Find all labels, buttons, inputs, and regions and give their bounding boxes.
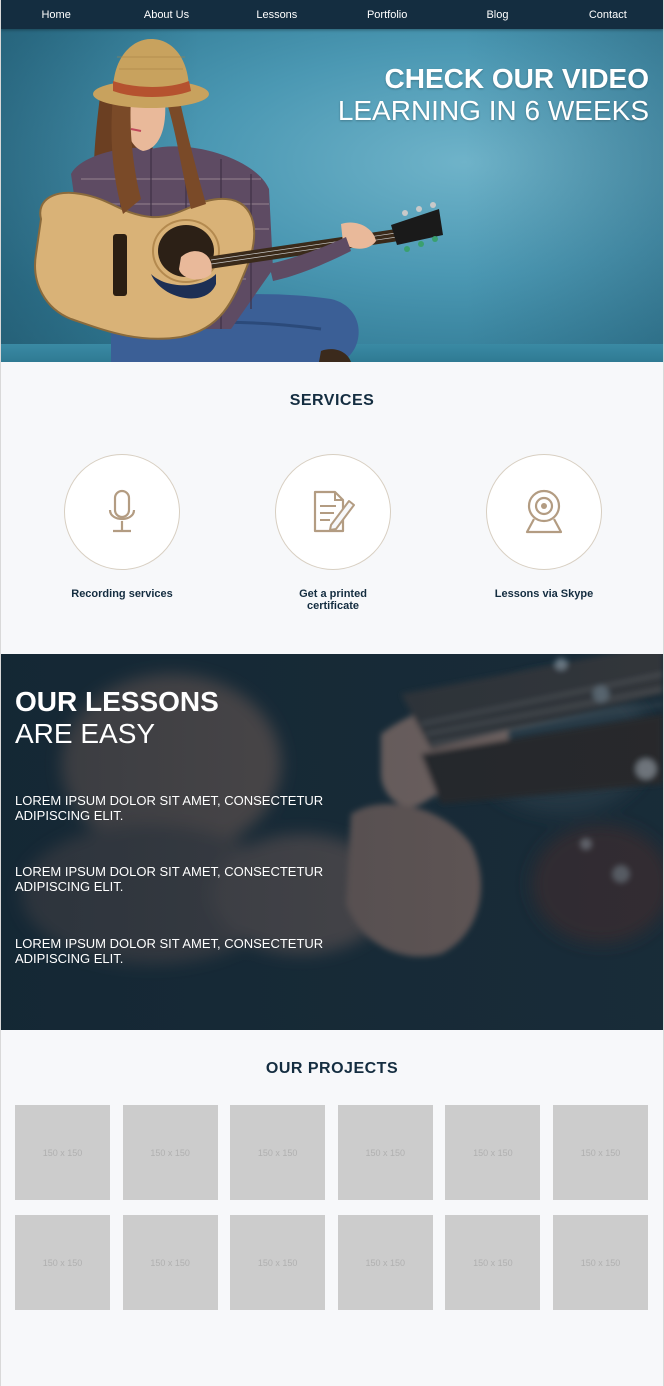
nav-contact-link[interactable]: Contact	[553, 9, 663, 21]
webcam-icon	[525, 489, 563, 534]
top-navigation: Home About Us Lessons Portfolio Blog Con…	[1, 0, 663, 29]
projects-section: OUR PROJECTS 150 x 150 150 x 150 150 x 1…	[1, 1030, 663, 1386]
nav-blog-link[interactable]: Blog	[442, 9, 552, 21]
lessons-title-line-1: OUR LESSONS	[15, 686, 219, 717]
service-skype-label: Lessons via Skype	[494, 588, 594, 600]
project-thumbnail[interactable]: 150 x 150	[230, 1215, 326, 1310]
project-thumbnail[interactable]: 150 x 150	[337, 1105, 433, 1200]
project-thumbnail[interactable]: 150 x 150	[337, 1215, 433, 1310]
lesson-point-2: LOREM IPSUM DOLOR SIT AMET, CONSECTETUR …	[15, 864, 324, 894]
nav-portfolio-link[interactable]: Portfolio	[332, 9, 442, 21]
project-thumbnail[interactable]: 150 x 150	[15, 1215, 110, 1310]
lesson-point-1: LOREM IPSUM DOLOR SIT AMET, CONSECTETUR …	[15, 793, 324, 823]
microphone-icon	[108, 489, 136, 533]
services-section: SERVICES Recording services Get a printe…	[1, 362, 663, 654]
project-thumbnail[interactable]: 150 x 150	[122, 1105, 218, 1200]
hero-title: CHECK OUR VIDEO LEARNING IN 6 WEEKS	[338, 63, 649, 127]
service-certificate-button[interactable]	[275, 454, 391, 570]
project-thumbnail[interactable]: 150 x 150	[122, 1215, 218, 1310]
project-thumbnail[interactable]: 150 x 150	[552, 1105, 648, 1200]
nav-home-link[interactable]: Home	[1, 9, 111, 21]
nav-lessons-link[interactable]: Lessons	[222, 9, 332, 21]
lessons-title-line-2: ARE EASY	[15, 718, 156, 749]
project-thumbnail[interactable]: 150 x 150	[15, 1105, 110, 1200]
hero-title-line-2: LEARNING IN 6 WEEKS	[337, 95, 649, 126]
lessons-title: OUR LESSONS ARE EASY	[15, 686, 219, 750]
service-certificate-label: Get a printed certificate	[299, 588, 367, 612]
hero-title-line-1: CHECK OUR VIDEO	[384, 63, 649, 94]
lessons-section: OUR LESSONS ARE EASY LOREM IPSUM DOLOR S…	[1, 654, 663, 1030]
service-recording: Recording services	[52, 454, 192, 600]
lesson-point-3: LOREM IPSUM DOLOR SIT AMET, CONSECTETUR …	[15, 936, 324, 966]
project-thumbnail[interactable]: 150 x 150	[445, 1105, 541, 1200]
page: Home About Us Lessons Portfolio Blog Con…	[0, 0, 664, 1386]
project-thumbnail[interactable]: 150 x 150	[445, 1215, 541, 1310]
projects-grid: 150 x 150 150 x 150 150 x 150 150 x 150 …	[15, 1105, 648, 1310]
nav-about-us-link[interactable]: About Us	[111, 9, 221, 21]
services-title: SERVICES	[289, 392, 375, 409]
service-certificate: Get a printed certificate	[263, 454, 403, 612]
hero-banner: CHECK OUR VIDEO LEARNING IN 6 WEEKS	[1, 29, 663, 362]
service-recording-label: Recording services	[71, 588, 173, 600]
projects-title: OUR PROJECTS	[265, 1060, 399, 1077]
service-recording-button[interactable]	[64, 454, 180, 570]
project-thumbnail[interactable]: 150 x 150	[552, 1215, 648, 1310]
certificate-icon	[313, 490, 355, 533]
service-skype-button[interactable]	[486, 454, 602, 570]
service-skype: Lessons via Skype	[474, 454, 614, 600]
project-thumbnail[interactable]: 150 x 150	[230, 1105, 326, 1200]
